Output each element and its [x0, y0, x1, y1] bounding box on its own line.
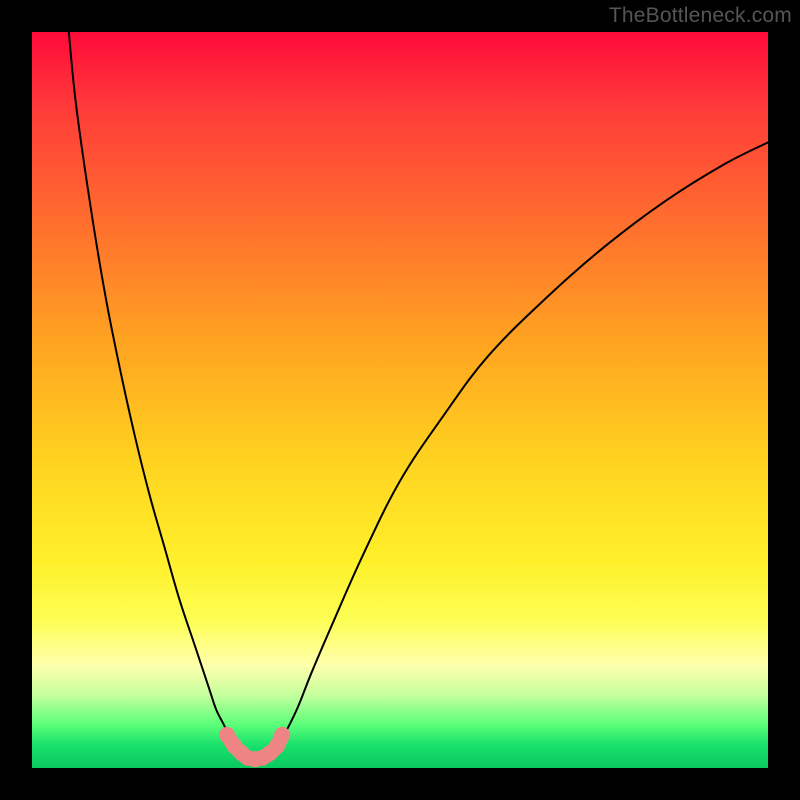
chart-frame: TheBottleneck.com [0, 0, 800, 800]
watermark-text: TheBottleneck.com [609, 4, 792, 28]
curve-right-branch [275, 142, 768, 749]
curve-left-branch [69, 32, 238, 750]
valley-marker [274, 727, 290, 743]
chart-svg [32, 32, 768, 768]
curve-group [69, 32, 768, 750]
marker-group [219, 727, 290, 767]
plot-area [32, 32, 768, 768]
